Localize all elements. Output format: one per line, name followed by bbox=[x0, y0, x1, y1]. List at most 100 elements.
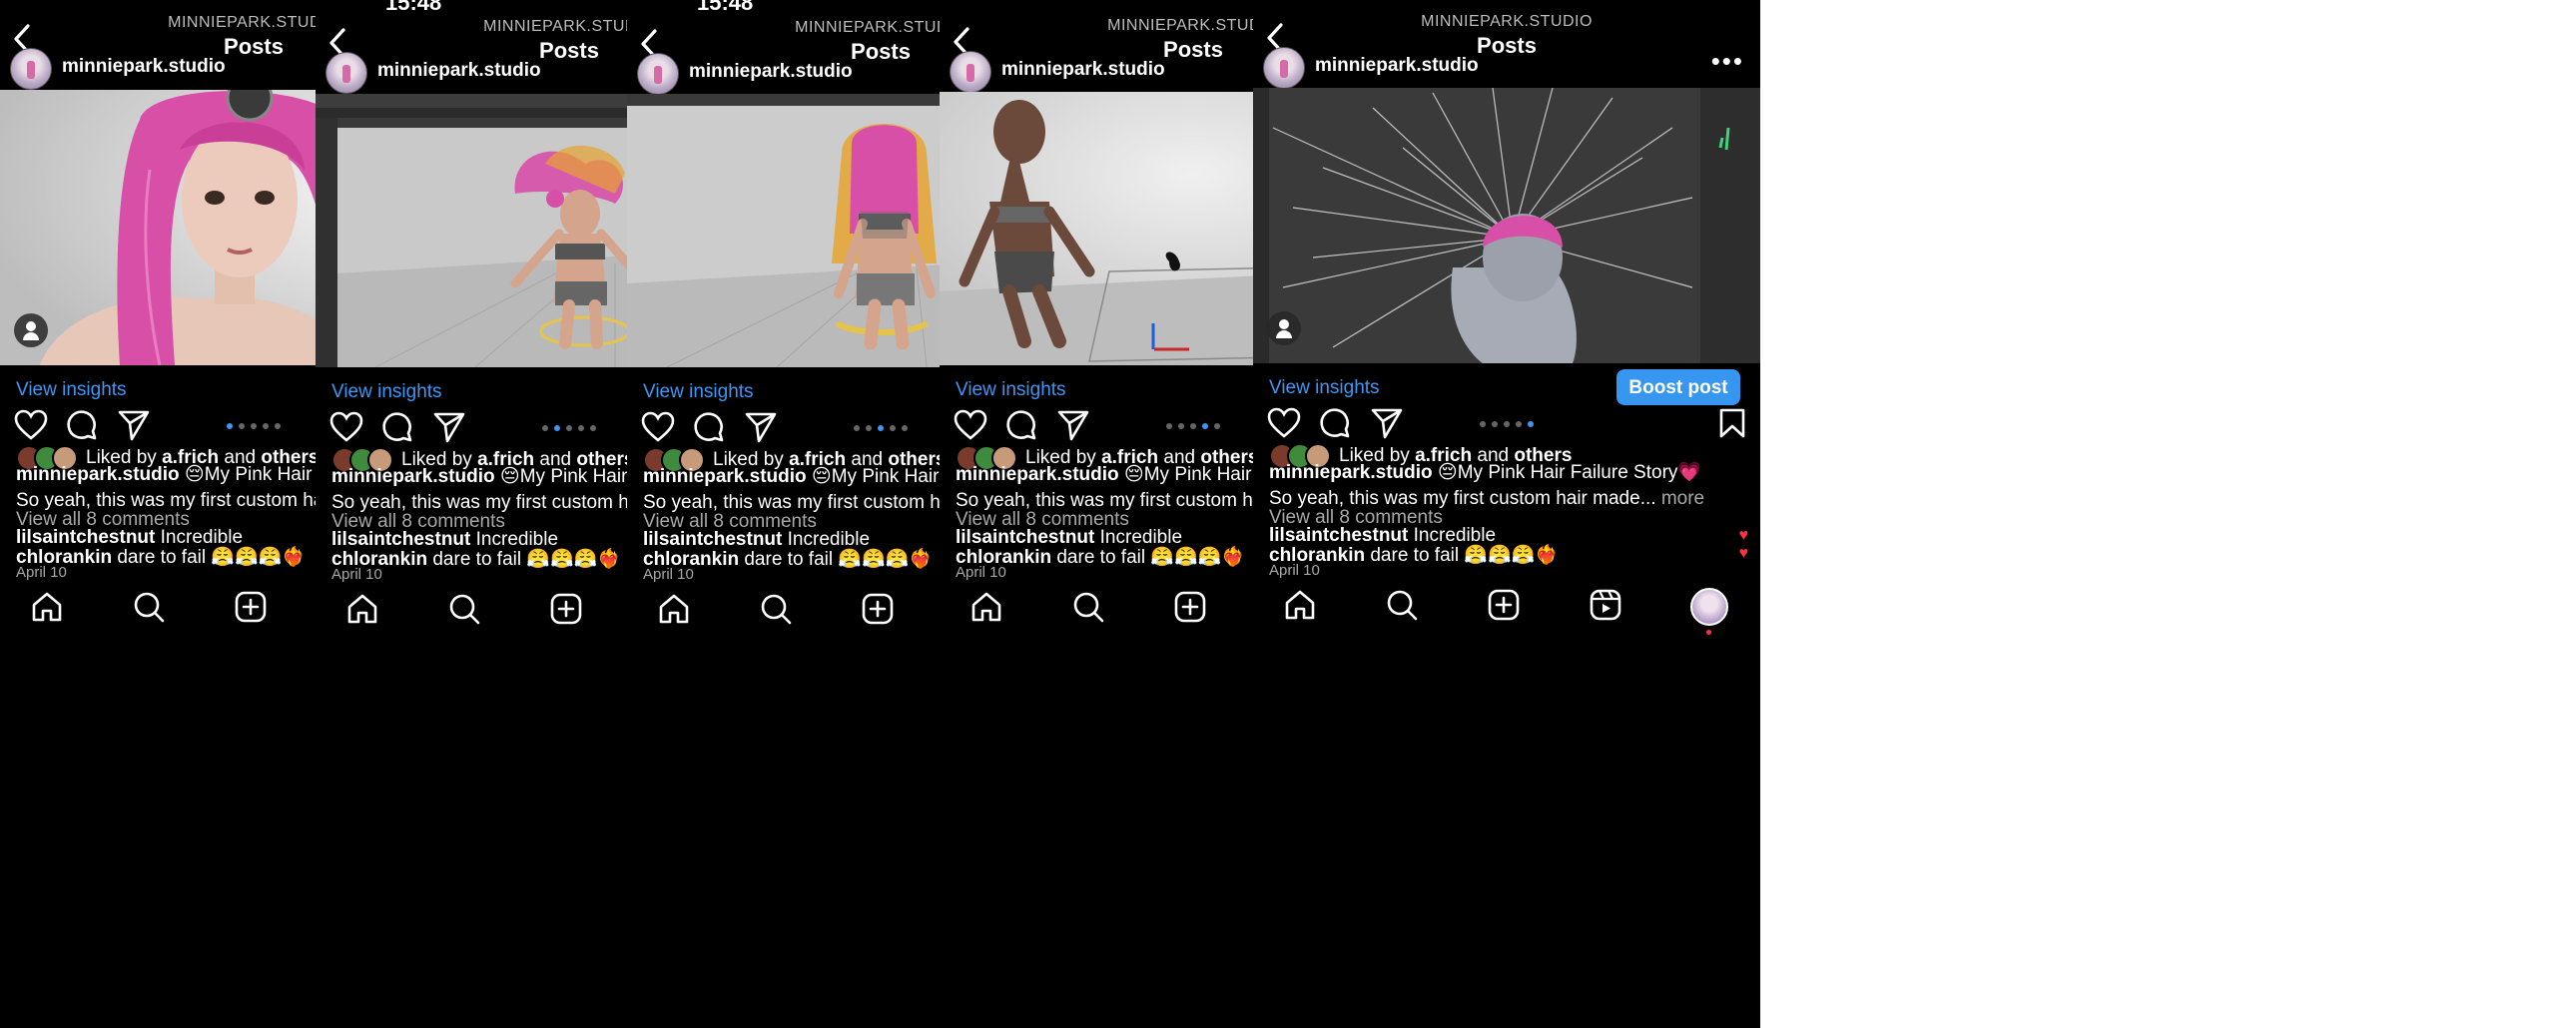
search-icon[interactable] bbox=[447, 592, 481, 626]
carousel-dots bbox=[1480, 421, 1534, 427]
comment-like-heart-icon[interactable]: ♥ bbox=[1739, 545, 1749, 563]
plus-square-icon[interactable] bbox=[549, 592, 583, 626]
home-icon[interactable] bbox=[1283, 588, 1317, 622]
post-username[interactable]: minniepark.studio bbox=[689, 61, 853, 83]
comment-text: dare to fail 😤😤😤❤️‍🔥 bbox=[117, 547, 306, 568]
post-username[interactable]: minniepark.studio bbox=[377, 60, 541, 82]
notification-dot bbox=[1706, 630, 1711, 635]
bottom-tab-bar bbox=[1253, 588, 1760, 638]
caption-body-text: So yeah, this was my first custom hair m… bbox=[1269, 488, 1656, 509]
carousel-dot bbox=[1528, 421, 1534, 427]
paper-plane-icon[interactable] bbox=[118, 409, 150, 441]
boost-post-button[interactable]: Boost post bbox=[1616, 369, 1740, 405]
caption-username[interactable]: minniepark.studio bbox=[1269, 462, 1433, 483]
carousel-dot bbox=[866, 425, 872, 431]
plus-square-icon[interactable] bbox=[234, 590, 268, 624]
caption-more-link[interactable]: more bbox=[1661, 488, 1704, 509]
carousel-dot bbox=[1190, 423, 1196, 429]
carousel-dot bbox=[1214, 423, 1220, 429]
home-icon[interactable] bbox=[657, 592, 691, 626]
avatar[interactable] bbox=[10, 48, 52, 90]
person-tag-icon[interactable] bbox=[1267, 311, 1301, 345]
post-username[interactable]: minniepark.studio bbox=[1001, 59, 1165, 81]
header-account-name: MINNIEPARK.STUDIO bbox=[1421, 13, 1593, 30]
view-insights-link[interactable]: View insights bbox=[1269, 377, 1380, 399]
avatar[interactable] bbox=[950, 51, 991, 93]
post-actions bbox=[1253, 403, 1760, 443]
search-icon[interactable] bbox=[132, 590, 166, 624]
carousel-dots bbox=[1166, 423, 1220, 429]
heart-icon[interactable] bbox=[1267, 407, 1301, 439]
view-insights-link[interactable]: View insights bbox=[16, 379, 127, 401]
plus-square-icon[interactable] bbox=[861, 592, 895, 626]
carousel-dot bbox=[1202, 423, 1208, 429]
avatar[interactable] bbox=[1263, 47, 1305, 89]
post-date: April 10 bbox=[1269, 562, 1320, 579]
heart-icon[interactable] bbox=[641, 411, 675, 443]
heart-icon[interactable] bbox=[329, 411, 363, 443]
bookmark-icon[interactable] bbox=[1718, 407, 1746, 439]
search-icon[interactable] bbox=[759, 592, 793, 626]
carousel-dot bbox=[1504, 421, 1510, 427]
post-date: April 10 bbox=[16, 564, 67, 581]
view-insights-link[interactable]: View insights bbox=[331, 381, 442, 403]
comment-row: chlorankin dare to fail 😤😤😤❤️‍🔥 bbox=[1269, 543, 1750, 567]
paper-plane-icon[interactable] bbox=[1057, 409, 1089, 441]
comment-text: dare to fail 😤😤😤❤️‍🔥 bbox=[1370, 545, 1559, 566]
carousel-dots bbox=[854, 425, 908, 431]
instagram-post-screen: ◠ MINNIEPARK.STUDIO Posts minniepark.stu… bbox=[1253, 0, 1760, 1028]
post-username[interactable]: minniepark.studio bbox=[1315, 55, 1479, 77]
avatar[interactable] bbox=[637, 53, 679, 95]
home-icon[interactable] bbox=[345, 592, 379, 626]
carousel-dot bbox=[554, 425, 560, 431]
heart-icon[interactable] bbox=[14, 409, 48, 441]
avatar[interactable] bbox=[325, 52, 367, 94]
comment-icon[interactable] bbox=[1005, 409, 1037, 441]
post-date: April 10 bbox=[643, 566, 694, 583]
more-horizontal-icon[interactable]: ••• bbox=[1711, 48, 1744, 74]
caption-username[interactable]: minniepark.studio bbox=[16, 464, 180, 485]
comment-icon[interactable] bbox=[1319, 407, 1351, 439]
carousel-dot bbox=[878, 425, 884, 431]
profile-avatar-icon[interactable] bbox=[1690, 588, 1728, 626]
carousel-dot bbox=[1492, 421, 1498, 427]
carousel-dot bbox=[239, 423, 245, 429]
caption-username[interactable]: minniepark.studio bbox=[956, 464, 1119, 485]
screenshot-strip: ◠ MINNIEPARK.STUDIO Posts minniepark.stu… bbox=[0, 0, 2576, 1028]
view-insights-link[interactable]: View insights bbox=[643, 381, 754, 403]
carousel-dot bbox=[566, 425, 572, 431]
post-caption: minniepark.studio 😔My Pink Hair Failure … bbox=[1269, 460, 1750, 484]
comment-text: dare to fail 😤😤😤❤️‍🔥 bbox=[432, 549, 621, 570]
home-icon[interactable] bbox=[969, 590, 1003, 624]
paper-plane-icon[interactable] bbox=[1371, 407, 1403, 439]
reels-icon[interactable] bbox=[1589, 588, 1622, 622]
post-username[interactable]: minniepark.studio bbox=[62, 56, 226, 78]
carousel-dot bbox=[227, 423, 233, 429]
carousel-dot bbox=[1516, 421, 1522, 427]
home-icon[interactable] bbox=[30, 590, 64, 624]
post-author-row: minniepark.studio ••• bbox=[1253, 45, 1760, 91]
post-media[interactable]: 🔇 bbox=[1253, 88, 1760, 363]
paper-plane-icon[interactable] bbox=[745, 411, 777, 443]
paper-plane-icon[interactable] bbox=[433, 411, 465, 443]
carousel-dot bbox=[1480, 421, 1486, 427]
carousel-dot bbox=[1178, 423, 1184, 429]
carousel-dot bbox=[1166, 423, 1172, 429]
comment-icon[interactable] bbox=[693, 411, 725, 443]
comment-icon[interactable] bbox=[381, 411, 413, 443]
search-icon[interactable] bbox=[1071, 590, 1105, 624]
view-insights-link[interactable]: View insights bbox=[956, 379, 1066, 401]
carousel-dot bbox=[251, 423, 257, 429]
comment-icon[interactable] bbox=[66, 409, 98, 441]
plus-square-icon[interactable] bbox=[1487, 588, 1521, 622]
heart-icon[interactable] bbox=[954, 409, 987, 441]
plus-square-icon[interactable] bbox=[1173, 590, 1207, 624]
caption-username[interactable]: minniepark.studio bbox=[331, 466, 495, 487]
carousel-dot bbox=[902, 425, 908, 431]
carousel-dot bbox=[854, 425, 860, 431]
person-tag-icon[interactable] bbox=[14, 313, 48, 347]
search-icon[interactable] bbox=[1385, 588, 1419, 622]
caption-username[interactable]: minniepark.studio bbox=[643, 466, 807, 487]
hair-guides-sculpt-view bbox=[1253, 88, 1760, 363]
carousel-dots bbox=[227, 423, 281, 429]
